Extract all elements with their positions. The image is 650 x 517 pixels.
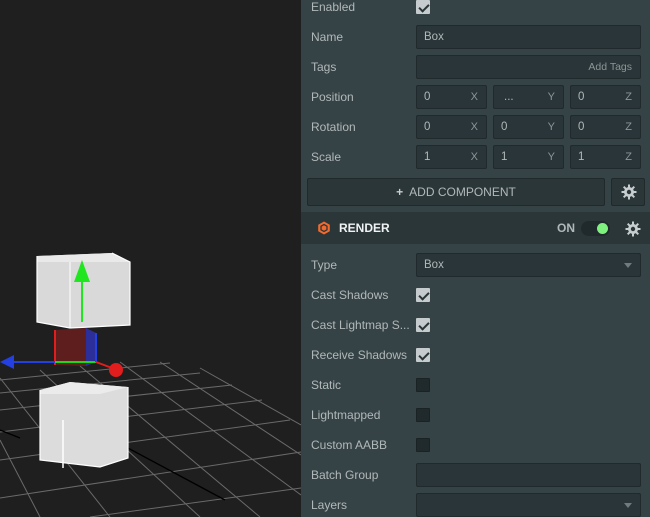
layers-select[interactable]	[416, 493, 641, 517]
gear-icon[interactable]	[625, 221, 641, 237]
cast-lightmap-checkbox[interactable]	[416, 318, 430, 332]
plus-icon: +	[396, 185, 404, 199]
add-component-button[interactable]: + ADD COMPONENT	[307, 178, 605, 206]
rotation-label: Rotation	[311, 120, 356, 134]
type-row: Type Box	[301, 250, 650, 280]
lightmapped-checkbox[interactable]	[416, 408, 430, 422]
render-component-header[interactable]: RENDER ON	[301, 212, 650, 244]
type-value: Box	[424, 259, 444, 271]
name-label: Name	[311, 30, 344, 44]
type-label: Type	[311, 258, 338, 272]
scale-y-input[interactable]: 1Y	[493, 145, 564, 169]
batch-group-row: Batch Group	[301, 460, 650, 490]
tags-placeholder: Add Tags	[588, 61, 632, 73]
tags-label: Tags	[311, 60, 337, 74]
static-row: Static	[301, 370, 650, 400]
receive-shadows-checkbox[interactable]	[416, 348, 430, 362]
name-input[interactable]: Box	[416, 25, 641, 49]
receive-shadows-label: Receive Shadows	[311, 348, 408, 362]
cast-shadows-label: Cast Shadows	[311, 288, 389, 302]
tags-row: Tags Add Tags	[301, 52, 650, 82]
enabled-checkbox[interactable]	[416, 0, 430, 14]
layers-row: Layers	[301, 490, 650, 517]
tags-input[interactable]: Add Tags	[416, 55, 641, 79]
lightmapped-row: Lightmapped	[301, 400, 650, 430]
enabled-label: Enabled	[311, 0, 356, 14]
enabled-row: Enabled	[301, 0, 650, 22]
entity-settings-button[interactable]	[611, 178, 645, 206]
render-enabled-toggle[interactable]	[581, 221, 610, 236]
toggle-knob	[597, 223, 608, 234]
rotation-y-input[interactable]: 0Y	[493, 115, 564, 139]
receive-shadows-row: Receive Shadows	[301, 340, 650, 370]
add-component-label: ADD COMPONENT	[409, 185, 516, 199]
position-z-input[interactable]: 0Z	[570, 85, 641, 109]
caret-down-icon	[624, 263, 632, 268]
scale-row: Scale 1X 1Y 1Z	[301, 142, 650, 172]
inspector-panel: Enabled Name Box Tags Add Tags Position …	[301, 0, 650, 517]
render-component-title: RENDER	[339, 221, 390, 235]
cast-shadows-row: Cast Shadows	[301, 280, 650, 310]
position-x-input[interactable]: 0X	[416, 85, 487, 109]
static-checkbox[interactable]	[416, 378, 430, 392]
type-select[interactable]: Box	[416, 253, 641, 277]
position-row: Position 0X ... Y 0Z	[301, 82, 650, 112]
cast-lightmap-row: Cast Lightmap S...	[301, 310, 650, 340]
box-lower[interactable]	[39, 382, 129, 468]
position-y-input[interactable]: ... Y	[493, 85, 564, 109]
lightmapped-label: Lightmapped	[311, 408, 381, 422]
batch-group-input[interactable]	[416, 463, 641, 487]
render-component-icon	[318, 221, 330, 235]
layers-label: Layers	[311, 498, 348, 512]
custom-aabb-label: Custom AABB	[311, 438, 388, 452]
scale-label: Scale	[311, 150, 342, 164]
custom-aabb-checkbox[interactable]	[416, 438, 430, 452]
scene-viewport[interactable]	[0, 0, 301, 517]
gear-icon	[621, 184, 637, 200]
cast-lightmap-label: Cast Lightmap S...	[311, 318, 410, 332]
rotation-z-input[interactable]: 0Z	[570, 115, 641, 139]
scale-z-input[interactable]: 1Z	[570, 145, 641, 169]
cast-shadows-checkbox[interactable]	[416, 288, 430, 302]
caret-down-icon	[624, 503, 632, 508]
batch-group-label: Batch Group	[311, 468, 379, 482]
rotation-row: Rotation 0X 0Y 0Z	[301, 112, 650, 142]
name-row: Name Box	[301, 22, 650, 52]
custom-aabb-row: Custom AABB	[301, 430, 650, 460]
scene-canvas[interactable]	[0, 0, 301, 517]
scale-x-input[interactable]: 1X	[416, 145, 487, 169]
translate-gizmo-center[interactable]	[54, 328, 97, 366]
static-label: Static	[311, 378, 342, 392]
rotation-x-input[interactable]: 0X	[416, 115, 487, 139]
render-toggle-label: ON	[557, 221, 575, 235]
position-label: Position	[311, 90, 354, 104]
